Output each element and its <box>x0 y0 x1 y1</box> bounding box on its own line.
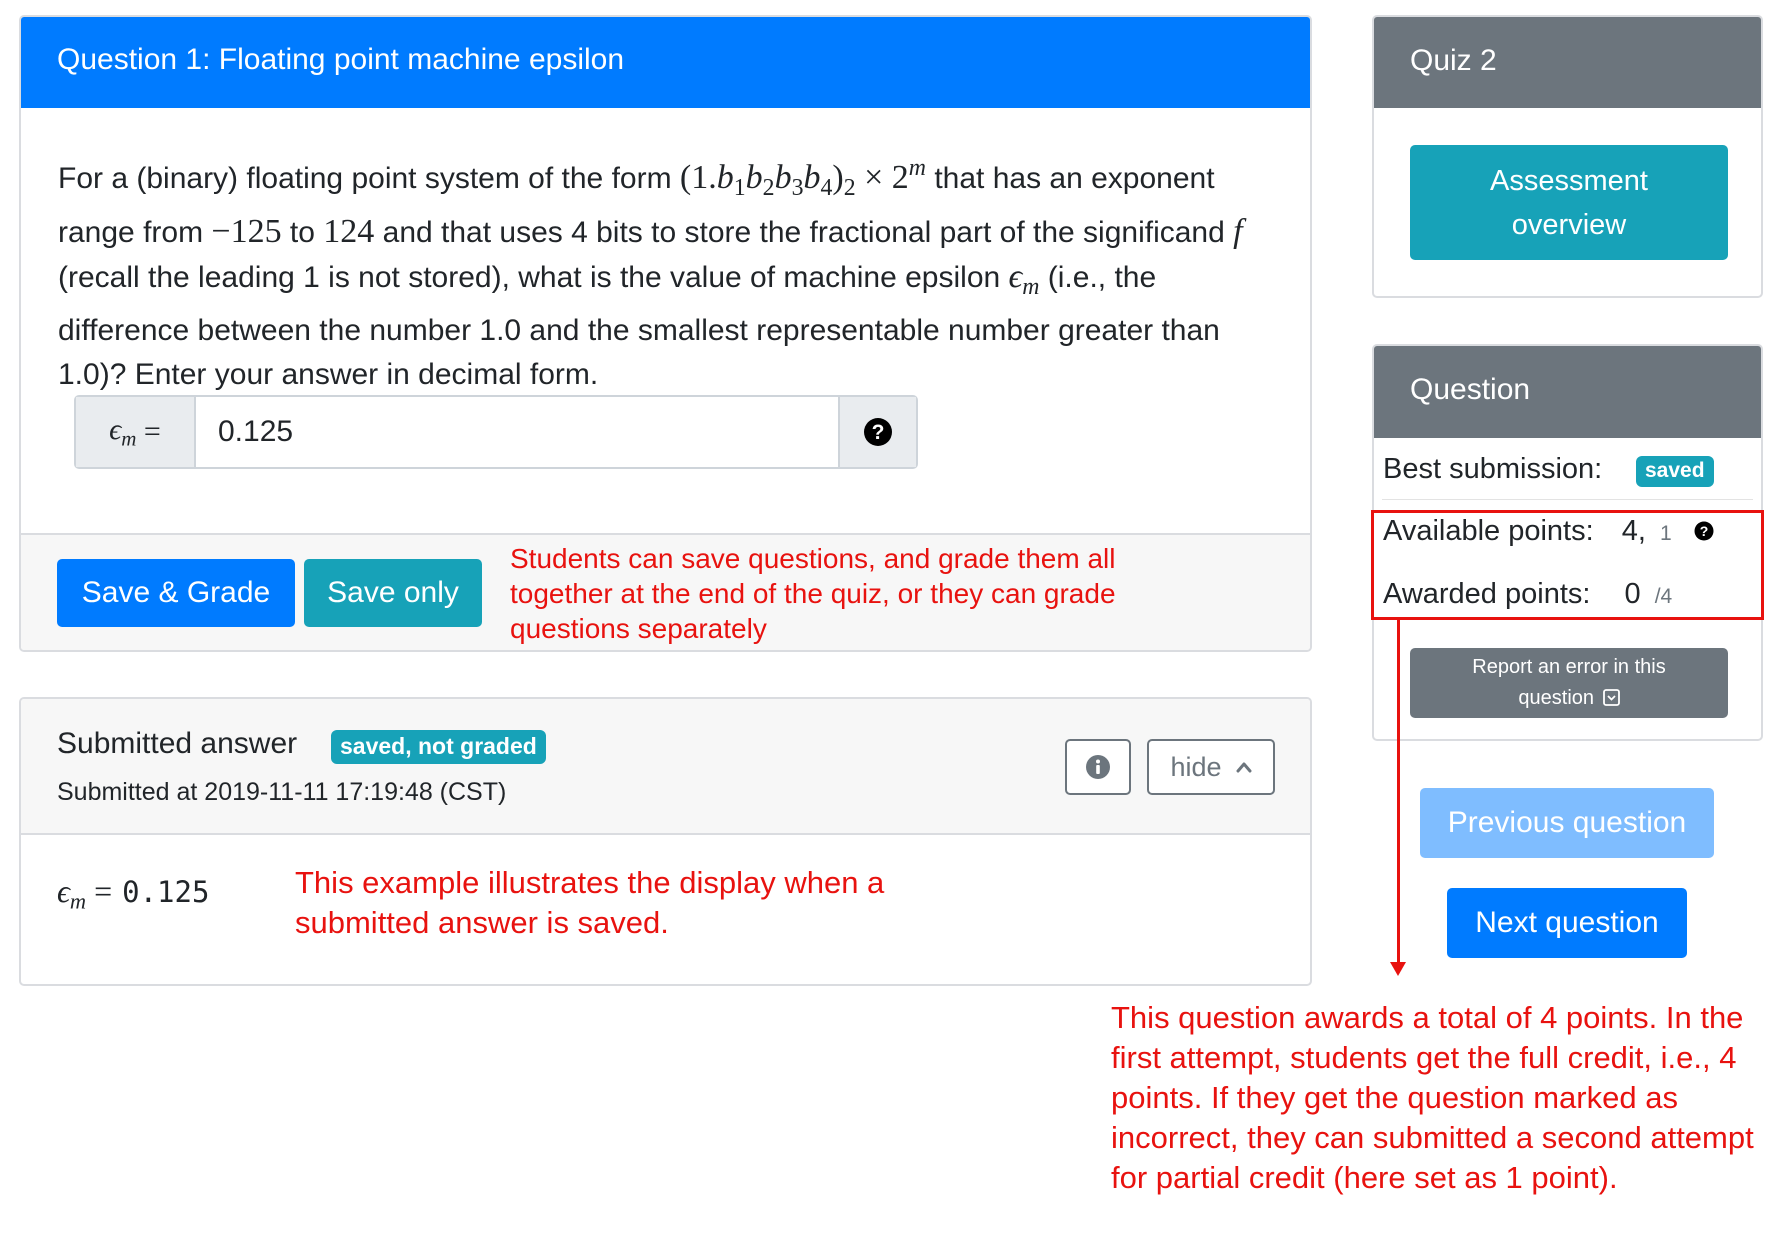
form-expression: (1.b1b2b3b4)2 × 2m <box>679 155 926 202</box>
points-highlight-box <box>1371 510 1764 620</box>
divider <box>1382 499 1753 500</box>
answer-input-group: ϵm = ? <box>74 395 918 469</box>
annotation-arrow-head <box>1390 962 1406 976</box>
info-icon <box>1086 755 1110 779</box>
assessment-overview-button[interactable]: Assessment overview <box>1410 145 1728 260</box>
help-button[interactable]: ? <box>838 397 916 467</box>
question-title: Question 1: Floating point machine epsil… <box>21 17 1310 108</box>
answer-input[interactable] <box>196 397 838 467</box>
question-card: Question 1: Floating point machine epsil… <box>19 15 1312 652</box>
quiz-title: Quiz 2 <box>1374 17 1761 108</box>
svg-text:?: ? <box>872 421 885 444</box>
question-info-title: Question <box>1374 346 1761 438</box>
example-annotation: This example illustrates the display whe… <box>295 865 885 940</box>
status-badge: saved, not graded <box>331 730 546 764</box>
quiz-card: Quiz 2 Assessment overview <box>1372 15 1763 298</box>
save-only-button[interactable]: Save only <box>304 559 482 627</box>
best-submission-badge: saved <box>1636 456 1714 487</box>
best-submission-label: Best submission: <box>1383 453 1603 485</box>
hide-button[interactable]: hide <box>1147 739 1275 795</box>
expand-icon <box>1602 689 1620 706</box>
chevron-up-icon <box>1236 762 1252 773</box>
save-annotation: Students can save questions, and grade t… <box>510 543 1116 644</box>
question-text: For a (binary) floating point system of … <box>58 155 1243 392</box>
submitted-answer-value: ϵm = 0.125 <box>57 873 210 914</box>
answer-label: ϵm = <box>76 397 196 467</box>
points-annotation: This question awards a total of 4 points… <box>1111 1000 1754 1195</box>
save-grade-button[interactable]: Save & Grade <box>57 559 295 627</box>
next-question-button[interactable]: Next question <box>1447 888 1687 958</box>
submission-timestamp: Submitted at 2019-11-11 17:19:48 (CST) <box>57 778 507 806</box>
epsilon-symbol: ϵm <box>1008 258 1040 301</box>
submitted-answer-header: Submitted answer saved, not graded Submi… <box>21 699 1310 835</box>
annotation-arrow <box>1397 620 1400 965</box>
report-error-button[interactable]: Report an error in this question <box>1410 648 1728 718</box>
submitted-answer-card: Submitted answer saved, not graded Submi… <box>19 697 1312 986</box>
question-circle-icon: ? <box>864 418 892 446</box>
question-footer: Save & Grade Save only Students can save… <box>21 533 1310 650</box>
submitted-answer-title: Submitted answer <box>57 727 298 760</box>
info-button[interactable] <box>1065 739 1131 795</box>
previous-question-button[interactable]: Previous question <box>1420 788 1714 858</box>
